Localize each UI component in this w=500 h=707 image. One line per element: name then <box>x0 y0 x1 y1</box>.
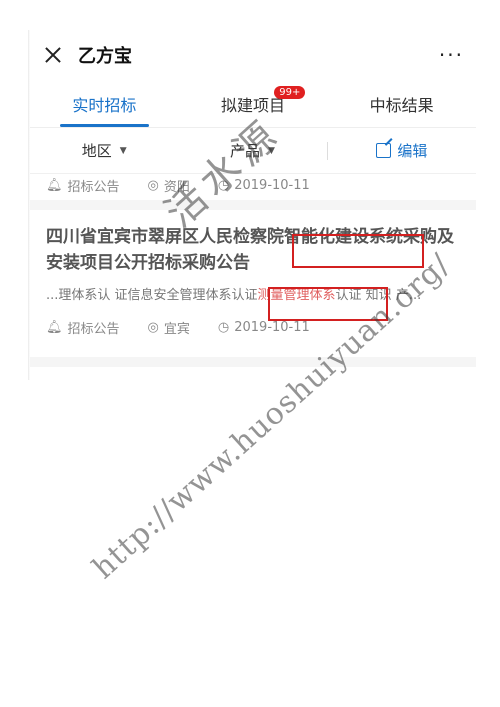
region-filter[interactable]: 地区 ▼ <box>30 140 178 161</box>
tab-bid-results[interactable]: 中标结果 <box>327 80 476 127</box>
location-pin-icon: ◎ <box>147 177 159 193</box>
bell-icon: 🔔︎ <box>46 319 63 335</box>
product-filter-label: 产品 <box>230 142 261 160</box>
tab-proposed-projects[interactable]: 拟建项目 99+ <box>179 80 328 127</box>
edit-icon <box>376 143 392 158</box>
list-item[interactable]: 四川省宜宾市翠屏区人民检察院智能化建设系统采购及安装项目公开招标采购公告 ...… <box>30 210 476 347</box>
date: ◷ 2019-10-11 <box>217 177 310 193</box>
filter-bar: 地区 ▼ 产品 ▼ 编辑 <box>30 128 476 174</box>
clock-icon: ◷ <box>217 319 230 335</box>
app-title: 乙方宝 <box>78 46 132 67</box>
app-screen: 乙方宝 ··· 实时招标 拟建项目 99+ 中标结果 地区 ▼ 产品 ▼ 编辑 <box>30 30 476 380</box>
location-pin-icon: ◎ <box>147 319 159 335</box>
item-title: 四川省宜宾市翠屏区人民检察院智能化建设系统采购及安装项目公开招标采购公告 <box>46 227 454 273</box>
item-meta: 🔔︎ 招标公告 ◎ 宜宾 ◷ 2019-10-11 <box>46 315 460 339</box>
caret-down-icon: ▼ <box>268 145 275 156</box>
tab-realtime-bidding[interactable]: 实时招标 <box>30 80 179 127</box>
list-separator <box>30 357 476 367</box>
bell-icon: 🔔︎ <box>46 177 63 193</box>
more-options-icon[interactable]: ··· <box>439 43 464 67</box>
region-filter-label: 地区 <box>81 142 112 160</box>
close-icon[interactable] <box>42 44 64 66</box>
caret-down-icon: ▼ <box>119 145 127 156</box>
tab-label: 实时招标 <box>72 95 137 115</box>
notice-type: 🔔︎ 招标公告 <box>46 319 120 337</box>
notice-type: 🔔︎ 招标公告 <box>46 177 120 195</box>
item-snippet: ...理体系认 证信息安全管理体系认证测量管理体系认证 知识 产... <box>46 288 422 303</box>
count-badge: 99+ <box>274 86 306 99</box>
highlight-keyword: 测量管理体系 <box>257 288 336 303</box>
edit-label: 编辑 <box>397 142 428 160</box>
clock-icon: ◷ <box>217 177 230 193</box>
previous-item-meta[interactable]: 🔔︎ 招标公告 ◎ 资阳 ◷ 2019-10-11 <box>30 170 476 210</box>
tab-label: 中标结果 <box>369 95 434 115</box>
date: ◷ 2019-10-11 <box>217 319 310 335</box>
product-filter[interactable]: 产品 ▼ <box>178 140 326 161</box>
location: ◎ 宜宾 <box>147 319 190 337</box>
title-bar: 乙方宝 ··· <box>30 30 476 80</box>
location: ◎ 资阳 <box>147 177 190 195</box>
tab-bar: 实时招标 拟建项目 99+ 中标结果 <box>30 80 476 128</box>
edit-button[interactable]: 编辑 <box>328 140 476 161</box>
